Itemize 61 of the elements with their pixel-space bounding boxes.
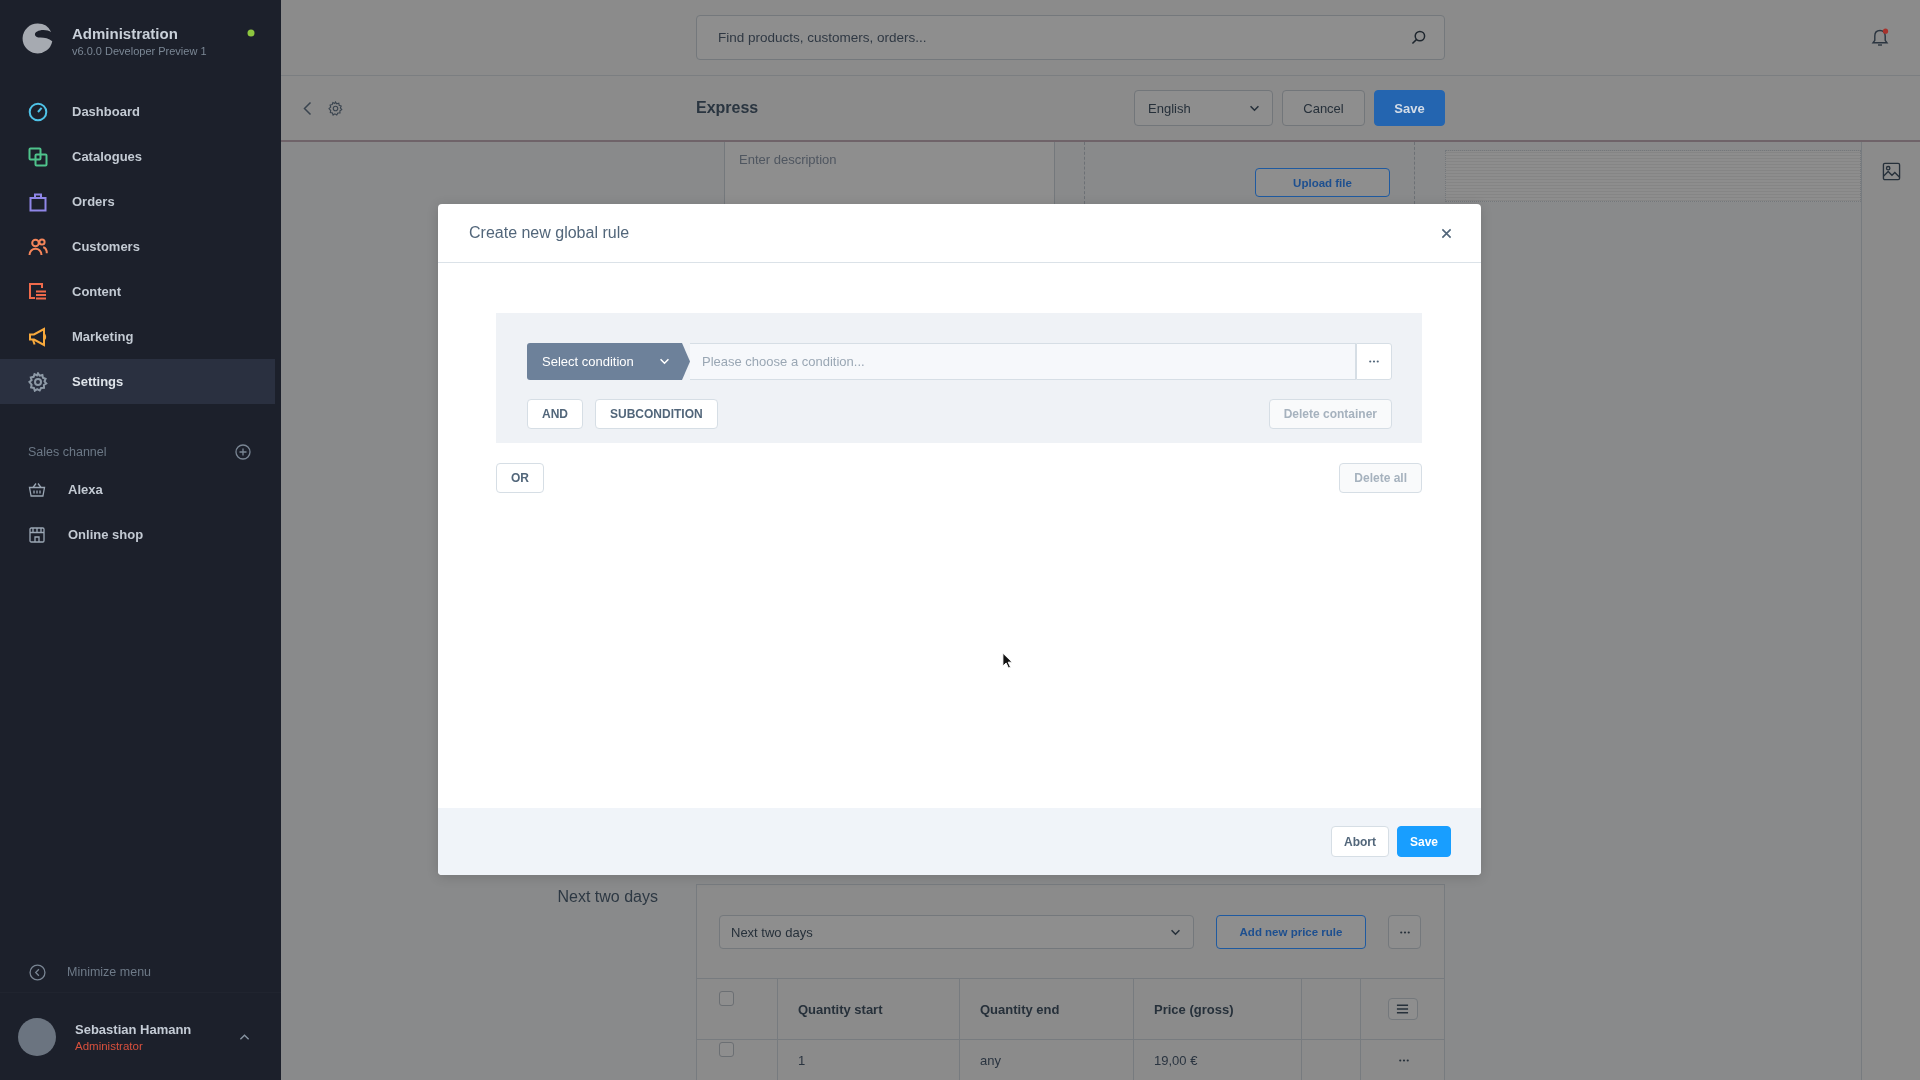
checkbox[interactable] (719, 1042, 734, 1057)
mouse-cursor-icon (1002, 652, 1013, 669)
column-header: Quantity end (960, 979, 1134, 1039)
app-version: v6.0.0 Developer Preview 1 (72, 45, 207, 57)
cancel-button[interactable]: Cancel (1282, 90, 1365, 126)
section-label: Next two days (557, 888, 658, 906)
condition-select[interactable]: Select condition (527, 343, 690, 380)
menu-icon (1396, 1004, 1409, 1014)
basket-icon (28, 480, 46, 499)
chevron-up-icon[interactable] (239, 1032, 250, 1041)
or-button[interactable]: OR (496, 463, 544, 493)
language-select[interactable]: English (1134, 90, 1273, 126)
subcondition-button[interactable]: SUBCONDITION (595, 399, 718, 429)
avatar-placeholder (18, 1017, 56, 1056)
chevron-down-icon (1170, 928, 1181, 936)
section-title: Sales channel (28, 445, 107, 459)
settings-icon[interactable] (328, 100, 343, 116)
more-icon (1399, 930, 1410, 934)
nav-item[interactable]: Dashboard (0, 89, 275, 134)
column-header: Quantity start (778, 979, 960, 1039)
image-icon[interactable] (1881, 162, 1901, 181)
nav-item[interactable]: Content (0, 269, 275, 314)
back-icon[interactable] (303, 100, 312, 116)
chevron-left-circle-icon (29, 963, 46, 981)
page-title: Express (696, 99, 759, 117)
nav-item[interactable]: Customers (0, 224, 275, 269)
close-icon[interactable] (1441, 227, 1452, 239)
chevron-down-icon (659, 358, 670, 365)
table-cell: 19,00 € (1134, 1040, 1302, 1080)
sales-channel-item[interactable]: Online shop (0, 512, 281, 557)
status-dot-icon (247, 29, 255, 37)
column-settings-button[interactable] (1387, 998, 1418, 1020)
column-header: Price (gross) (1134, 979, 1302, 1039)
nav-item[interactable]: Catalogues (0, 134, 275, 179)
chevron-down-icon (1249, 104, 1260, 112)
modal-title: Create new global rule (469, 224, 630, 242)
user-name: Sebastian Hamann (75, 1021, 192, 1037)
table-cell: 1 (778, 1040, 960, 1080)
app-logo (21, 22, 54, 55)
app-title: Administration (72, 25, 179, 42)
save-button[interactable]: Save (1374, 90, 1445, 126)
abort-button[interactable]: Abort (1330, 826, 1389, 857)
and-button[interactable]: AND (527, 399, 583, 429)
nav-item[interactable]: Marketing (0, 314, 275, 359)
description-field[interactable]: Enter description (724, 142, 1055, 204)
search-field[interactable]: Find products, customers, orders... (696, 15, 1445, 60)
nav-item[interactable]: Orders (0, 179, 275, 224)
storefront-icon (28, 525, 46, 544)
table-cell: any (960, 1040, 1134, 1080)
more-icon (1369, 360, 1379, 363)
bell-icon[interactable] (1870, 27, 1890, 48)
minimize-menu-link[interactable]: Minimize menu (0, 952, 281, 992)
more-icon[interactable] (1398, 1058, 1409, 1062)
nav-item[interactable]: Settings (0, 359, 275, 404)
condition-field[interactable]: Please choose a condition... (690, 343, 1356, 380)
add-circle-icon[interactable] (235, 444, 251, 460)
search-icon[interactable] (1411, 30, 1426, 45)
checkbox[interactable] (719, 991, 734, 1006)
rule-select[interactable]: Next two days (719, 915, 1194, 949)
sales-channel-item[interactable]: Alexa (0, 467, 281, 512)
user-role: Administrator (75, 1039, 144, 1052)
